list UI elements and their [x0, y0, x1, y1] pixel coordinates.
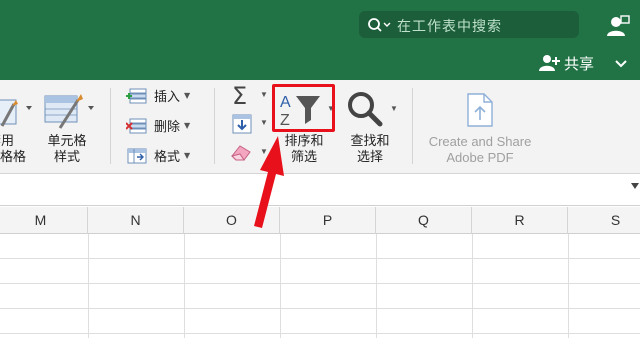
column-header-s[interactable]: S: [568, 207, 640, 234]
column-header-r[interactable]: R: [472, 207, 568, 234]
find-select-dropdown-icon[interactable]: ▼: [390, 104, 398, 113]
grid-col-line: [88, 234, 89, 338]
sheet-search-box[interactable]: 在工作表中搜索: [359, 11, 579, 38]
find-select-button[interactable]: ▼: [346, 90, 398, 130]
column-header-q[interactable]: Q: [376, 207, 472, 234]
title-bar: 在工作表中搜索 共享: [0, 0, 640, 80]
column-header-m[interactable]: M: [0, 207, 88, 234]
insert-cells-button[interactable]: 插入 ▼: [126, 86, 190, 105]
grid-col-line: [568, 234, 569, 338]
format-cells-icon: [127, 148, 147, 163]
magnifier-icon: [348, 92, 383, 127]
share-dropdown-chevron-icon[interactable]: [614, 56, 628, 70]
create-pdf-label: Create and Share Adobe PDF: [420, 134, 540, 166]
cell-styles-dropdown-icon[interactable]: [88, 106, 94, 110]
share-label: 共享: [564, 54, 595, 73]
annotation-arrow: [254, 136, 284, 228]
cell-grid[interactable]: [0, 234, 640, 338]
find-select-label-line2: 选择: [356, 150, 383, 165]
formula-bar[interactable]: [0, 174, 640, 206]
column-header-n[interactable]: N: [88, 207, 184, 234]
grid-row-line: [0, 258, 640, 259]
create-pdf-button[interactable]: Create and Share Adobe PDF: [420, 88, 540, 168]
delete-label: 删除: [154, 120, 181, 135]
create-pdf-label-line1: Create and Share: [428, 134, 532, 149]
insert-cells-icon: [126, 88, 147, 103]
formula-bar-expand-icon[interactable]: [631, 183, 639, 189]
format-as-table-dropdown-icon[interactable]: [26, 106, 32, 110]
delete-dropdown-icon[interactable]: ▼: [184, 121, 190, 130]
user-account-icon[interactable]: [606, 14, 630, 38]
find-select-label[interactable]: 查找和 选择: [338, 134, 402, 166]
autosum-dropdown-icon[interactable]: ▼: [260, 90, 268, 99]
format-dropdown-icon[interactable]: ▼: [184, 151, 190, 160]
pdf-share-icon: [467, 93, 493, 127]
format-label: 格式: [154, 150, 181, 165]
search-icon: [368, 18, 391, 32]
column-header-p[interactable]: P: [280, 207, 376, 234]
grid-col-line: [472, 234, 473, 338]
insert-label: 插入: [154, 90, 181, 105]
grid-col-line: [376, 234, 377, 338]
grid-row-line: [0, 308, 640, 309]
cell-styles-label-line2: 样式: [53, 150, 80, 165]
delete-cells-button[interactable]: 删除 ▼: [126, 116, 190, 135]
autosum-button[interactable]: Σ ▼: [232, 82, 268, 110]
cell-styles-label[interactable]: 单元格 样式: [42, 134, 92, 166]
cell-styles-icon[interactable]: [44, 92, 84, 130]
ribbon-separator: [214, 88, 215, 164]
find-select-label-line1: 查找和: [350, 134, 390, 149]
ribbon-separator: [110, 88, 111, 164]
fill-dropdown-icon[interactable]: ▼: [260, 118, 268, 127]
ribbon-separator: [412, 88, 413, 164]
insert-dropdown-icon[interactable]: ▼: [184, 91, 190, 100]
grid-row-line: [0, 283, 640, 284]
format-as-table-icon[interactable]: [0, 96, 24, 130]
share-button[interactable]: 共享: [538, 52, 594, 74]
grid-row-line: [0, 333, 640, 334]
delete-cells-icon: [126, 118, 147, 133]
grid-col-line: [280, 234, 281, 338]
sigma-icon: Σ: [232, 82, 248, 110]
format-cells-button[interactable]: 格式 ▼: [126, 146, 190, 165]
grid-col-line: [184, 234, 185, 338]
cell-styles-label-line1: 单元格: [47, 134, 87, 149]
add-person-icon: [539, 55, 560, 71]
sort-filter-highlight-box: [272, 84, 335, 132]
create-pdf-label-line2: Adobe PDF: [446, 150, 514, 165]
column-header-row: M N O P Q R S: [0, 207, 640, 234]
search-placeholder: 在工作表中搜索: [397, 19, 502, 35]
format-as-table-label-line1: 套用: [0, 134, 15, 149]
